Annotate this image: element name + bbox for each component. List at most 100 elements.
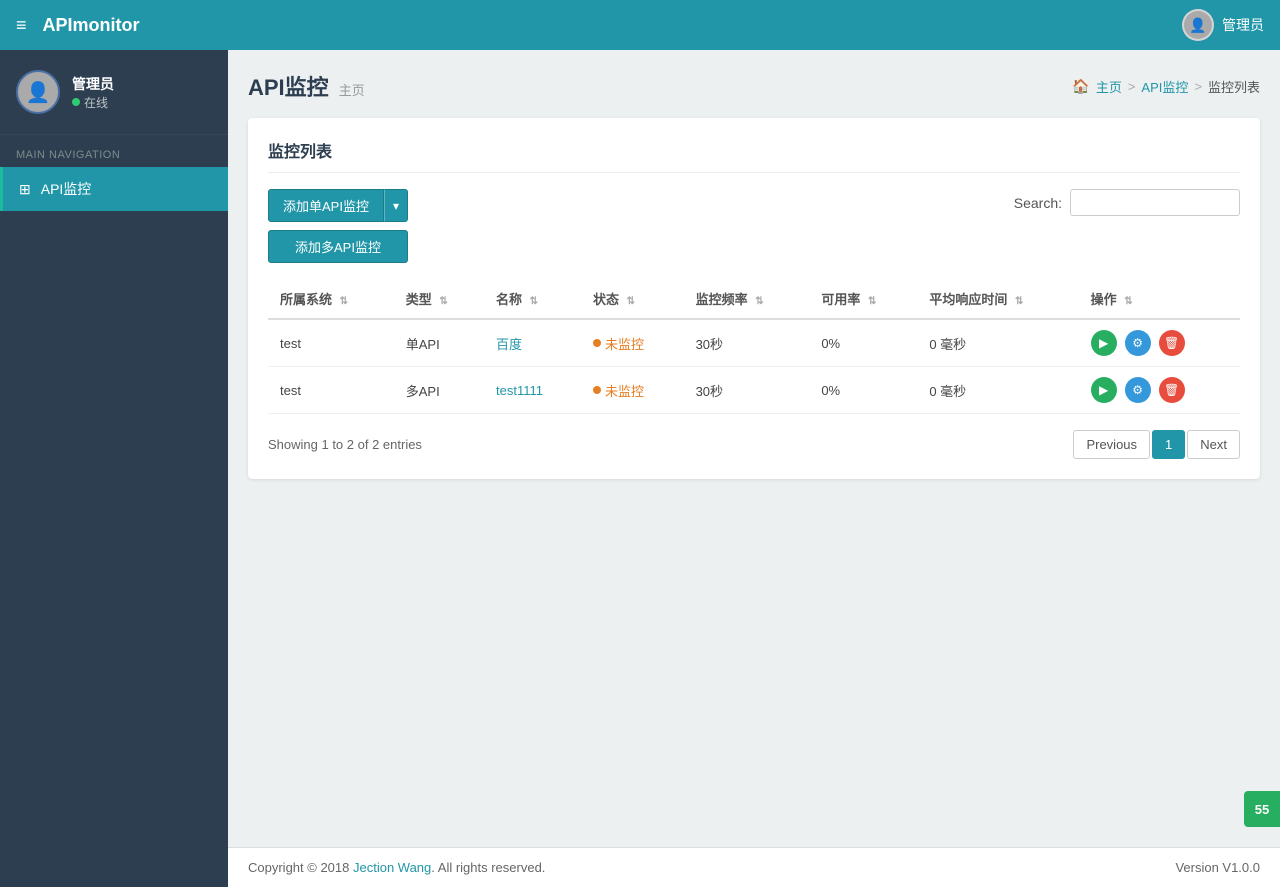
status-text-2: 未监控 [605,381,644,400]
settings-button-1[interactable]: ⚙ [1125,330,1151,356]
cell-availability-1: 0% [809,319,917,367]
breadcrumb-sep2: > [1194,79,1202,94]
table-row: test 单API 百度 未监控 30秒 0% 0 毫秒 ▶ [268,319,1240,367]
sidebar-item-label: API监控 [41,179,92,199]
play-button-1[interactable]: ▶ [1091,330,1117,356]
cell-actions-2: ▶ ⚙ 🗑 [1079,367,1240,414]
menu-icon[interactable]: ≡ [16,15,27,36]
page-subtitle: 主页 [339,80,365,99]
cell-system-2: test [268,367,394,414]
navbar-user[interactable]: 👤 管理员 [1182,9,1264,41]
sidebar: 👤 管理员 在线 MAIN NAVIGATION ⊞ API监控 [0,50,228,887]
breadcrumb-home[interactable]: 主页 [1096,77,1122,96]
navbar-username: 管理员 [1222,15,1264,35]
sort-status-icon[interactable]: ⇅ [627,296,635,307]
pagination: Previous 1 Next [1073,430,1240,459]
link-name-2[interactable]: test1111 [496,383,543,398]
breadcrumb-api[interactable]: API监控 [1141,77,1188,96]
cell-avg-response-1: 0 毫秒 [917,319,1078,367]
search-label: Search: [1014,195,1062,211]
pagination-bar: Showing 1 to 2 of 2 entries Previous 1 N… [268,430,1240,459]
footer-copyright-text: Copyright © 2018 [248,860,353,875]
home-icon: 🏠 [1072,78,1089,95]
search-input[interactable] [1070,189,1240,216]
breadcrumb: 🏠 主页 > API监控 > 监控列表 [1072,77,1260,96]
sidebar-item-api-monitor[interactable]: ⊞ API监控 [0,167,228,211]
sidebar-user-info: 管理员 在线 [72,74,114,111]
page-1-button[interactable]: 1 [1152,430,1185,459]
status-online-dot [72,98,80,106]
sidebar-username: 管理员 [72,74,114,94]
cell-status-1: 未监控 [581,319,684,367]
add-single-group: 添加单API监控 ▾ [268,189,408,222]
sort-system-icon[interactable]: ⇅ [340,296,348,307]
sort-response-icon[interactable]: ⇅ [1015,296,1023,307]
cell-availability-2: 0% [809,367,917,414]
cell-name-2: test1111 [484,367,581,414]
brand-monitor: monitor [73,15,140,35]
status-dot-2 [593,386,601,394]
status-dot-1 [593,339,601,347]
sort-availability-icon[interactable]: ⇅ [868,296,876,307]
top-navbar: ≡ APImonitor 👤 管理员 [0,0,1280,50]
delete-button-1[interactable]: 🗑 [1159,330,1185,356]
cell-actions-1: ▶ ⚙ 🗑 [1079,319,1240,367]
floating-timer[interactable]: 55 [1244,791,1280,827]
cell-type-1: 单API [394,319,484,367]
cell-status-2: 未监控 [581,367,684,414]
col-frequency: 监控频率 ⇅ [684,279,810,319]
api-monitor-icon: ⊞ [19,181,31,198]
toolbar-right: Search: [1014,189,1240,216]
sidebar-nav-label: MAIN NAVIGATION [0,135,228,167]
col-type: 类型 ⇅ [394,279,484,319]
cell-type-2: 多API [394,367,484,414]
page-header: API监控 主页 🏠 主页 > API监控 > 监控列表 [248,70,1260,102]
entries-info: Showing 1 to 2 of 2 entries [268,437,422,452]
cell-name-1: 百度 [484,319,581,367]
col-status: 状态 ⇅ [581,279,684,319]
delete-button-2[interactable]: 🗑 [1159,377,1185,403]
sort-frequency-icon[interactable]: ⇅ [755,296,763,307]
footer-copyright: Copyright © 2018 Jection Wang. All right… [248,860,545,875]
dropdown-toggle[interactable]: ▾ [384,189,408,222]
toolbar: 添加单API监控 ▾ 添加多API监控 Search: [268,189,1240,263]
breadcrumb-current: 监控列表 [1208,77,1260,96]
sort-type-icon[interactable]: ⇅ [439,296,447,307]
status-text-1: 未监控 [605,334,644,353]
col-actions: 操作 ⇅ [1079,279,1240,319]
sort-name-icon[interactable]: ⇅ [530,296,538,307]
settings-button-2[interactable]: ⚙ [1125,377,1151,403]
sidebar-avatar: 👤 [16,70,60,114]
breadcrumb-sep1: > [1128,79,1136,94]
brand-api: API [43,15,73,35]
footer-brand-link[interactable]: Jection Wang [353,860,431,875]
add-multi-button[interactable]: 添加多API监控 [268,230,408,263]
page-title: API监控 [248,70,329,102]
action-icons-1: ▶ ⚙ 🗑 [1091,330,1228,356]
next-button[interactable]: Next [1187,430,1240,459]
add-single-button[interactable]: 添加单API监控 [268,189,384,222]
col-system: 所属系统 ⇅ [268,279,394,319]
main-card: 监控列表 添加单API监控 ▾ 添加多API监控 Search: 所属系统 ⇅ … [248,118,1260,479]
table-row: test 多API test1111 未监控 30秒 0% 0 毫秒 [268,367,1240,414]
footer: Copyright © 2018 Jection Wang. All right… [228,847,1280,887]
play-button-2[interactable]: ▶ [1091,377,1117,403]
sidebar-user-section: 👤 管理员 在线 [0,50,228,135]
status-badge-2: 未监控 [593,381,672,400]
main-content: API监控 主页 🏠 主页 > API监控 > 监控列表 监控列表 添加单API… [228,50,1280,847]
col-name: 名称 ⇅ [484,279,581,319]
app-brand: APImonitor [43,15,140,36]
data-table: 所属系统 ⇅ 类型 ⇅ 名称 ⇅ 状态 ⇅ 监控频率 ⇅ 可用率 ⇅ 平均响应时… [268,279,1240,414]
card-title: 监控列表 [268,138,1240,173]
footer-rights: . All rights reserved. [431,860,545,875]
toolbar-left: 添加单API监控 ▾ 添加多API监控 [268,189,408,263]
status-badge-1: 未监控 [593,334,672,353]
action-icons-2: ▶ ⚙ 🗑 [1091,377,1228,403]
timer-value: 55 [1255,802,1269,817]
previous-button[interactable]: Previous [1073,430,1150,459]
sidebar-status: 在线 [72,94,114,111]
sort-actions-icon[interactable]: ⇅ [1124,296,1132,307]
link-name-1[interactable]: 百度 [496,337,522,352]
cell-avg-response-2: 0 毫秒 [917,367,1078,414]
navbar-left: ≡ APImonitor [16,15,140,36]
